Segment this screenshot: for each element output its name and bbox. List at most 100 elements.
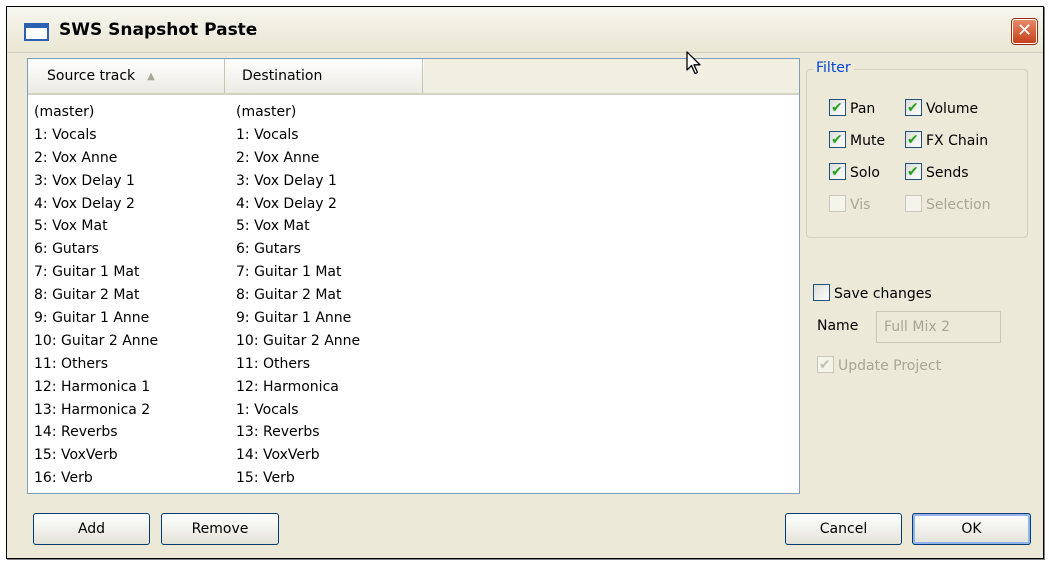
source-track-cell: 1: Vocals	[34, 126, 97, 143]
source-track-cell: 7: Guitar 1 Mat	[34, 264, 140, 281]
table-row[interactable]: 5: Vox Mat 5: Vox Mat	[28, 215, 799, 238]
close-icon[interactable]: ✕	[1012, 19, 1037, 44]
destination-cell: 6: Gutars	[236, 241, 301, 258]
track-mapping-list[interactable]: Source track ▲ Destination (master) (maste…	[27, 58, 800, 494]
table-row[interactable]: 13: Harmonica 2 1: Vocals	[28, 399, 799, 422]
save-changes-label: Save changes	[834, 286, 932, 302]
source-track-cell: (master)	[34, 104, 95, 120]
destination-cell: 9: Guitar 1 Anne	[236, 310, 352, 327]
destination-cell: 1: Vocals	[236, 126, 299, 143]
volume-label: Volume	[926, 101, 979, 117]
source-track-cell: 4: Vox Delay 2	[34, 195, 135, 212]
source-track-cell: 13: Harmonica 2	[34, 401, 151, 418]
column-header-destination[interactable]: Destination	[226, 59, 423, 93]
destination-cell: 7: Guitar 1 Mat	[236, 264, 342, 281]
list-rows: (master) (master) 1: Vocals 1: Vocals 2: Vox…	[28, 101, 799, 490]
mute-checkbox[interactable]: Mute	[829, 130, 886, 151]
selection-label: Selection	[926, 197, 991, 213]
destination-cell: 11: Others	[236, 355, 311, 372]
table-row[interactable]: 4: Vox Delay 2 4: Vox Delay 2	[28, 193, 799, 216]
source-track-cell: 12: Harmonica 1	[34, 378, 151, 395]
table-row[interactable]: 2: Vox Anne 2: Vox Anne	[28, 147, 799, 170]
source-track-cell: 8: Guitar 2 Mat	[34, 287, 140, 304]
source-track-cell: 15: VoxVerb	[34, 447, 118, 464]
table-row[interactable]: 11: Others 11: Others	[28, 353, 799, 376]
destination-cell: 3: Vox Delay 1	[236, 172, 337, 189]
title-bar[interactable]: SWS Snapshot Paste ✕	[7, 7, 1043, 53]
source-track-cell: 6: Gutars	[34, 241, 99, 258]
source-track-cell: 10: Guitar 2 Anne	[34, 332, 159, 349]
solo-label: Solo	[850, 165, 880, 181]
checkbox-icon	[829, 130, 846, 150]
source-track-cell: 9: Guitar 1 Anne	[34, 310, 150, 327]
source-track-cell: 11: Others	[34, 355, 109, 372]
source-track-cell: 5: Vox Mat	[34, 218, 108, 235]
destination-cell: 8: Guitar 2 Mat	[236, 287, 342, 304]
source-track-cell: 2: Vox Anne	[34, 149, 118, 166]
destination-cell: 15: Verb	[236, 470, 295, 487]
window-icon	[24, 23, 49, 41]
volume-checkbox[interactable]: Volume	[905, 98, 979, 119]
checkbox-icon	[829, 195, 846, 212]
dialog-title: SWS Snapshot Paste	[59, 20, 258, 40]
table-row[interactable]: 14: Reverbs 13: Reverbs	[28, 421, 799, 444]
checkbox-icon	[817, 355, 834, 375]
ok-button[interactable]: OK	[912, 513, 1031, 545]
mute-label: Mute	[850, 133, 886, 149]
checkbox-icon	[905, 130, 922, 150]
checkbox-icon	[829, 98, 846, 118]
checkbox-icon	[829, 162, 846, 182]
vis-checkbox[interactable]: Vis	[829, 195, 870, 215]
sends-checkbox[interactable]: Sends	[905, 162, 969, 183]
table-row[interactable]: 16: Verb 15: Verb	[28, 467, 799, 490]
update-project-label: Update Project	[838, 358, 942, 374]
name-label: Name	[817, 318, 859, 334]
table-row[interactable]: 15: VoxVerb 14: VoxVerb	[28, 444, 799, 467]
destination-cell: 14: VoxVerb	[236, 447, 320, 464]
column-header-label: Destination	[242, 68, 323, 84]
destination-cell: 1: Vocals	[236, 401, 299, 418]
table-row[interactable]: (master) (master)	[28, 101, 799, 124]
destination-cell: 12: Harmonica	[236, 378, 339, 395]
source-track-cell: 3: Vox Delay 1	[34, 172, 135, 189]
selection-checkbox[interactable]: Selection	[905, 195, 991, 215]
source-track-cell: 14: Reverbs	[34, 424, 118, 441]
save-changes-checkbox[interactable]: Save changes	[813, 284, 932, 304]
pan-label: Pan	[850, 101, 876, 117]
update-project-checkbox[interactable]: Update Project	[817, 355, 942, 376]
pan-checkbox[interactable]: Pan	[829, 98, 876, 119]
checkbox-icon	[905, 98, 922, 118]
destination-cell: 13: Reverbs	[236, 424, 320, 441]
cancel-button[interactable]: Cancel	[785, 513, 902, 545]
destination-cell: 2: Vox Anne	[236, 149, 320, 166]
destination-cell: 10: Guitar 2 Anne	[236, 332, 361, 349]
destination-cell: 5: Vox Mat	[236, 218, 310, 235]
column-header-label: Source track	[47, 68, 136, 84]
list-header: Source track ▲ Destination	[28, 59, 799, 95]
sort-ascending-icon: ▲	[147, 71, 155, 82]
table-row[interactable]: 6: Gutars 6: Gutars	[28, 238, 799, 261]
table-row[interactable]: 8: Guitar 2 Mat 8: Guitar 2 Mat	[28, 284, 799, 307]
column-header-source-track[interactable]: Source track ▲	[28, 59, 225, 93]
table-row[interactable]: 1: Vocals 1: Vocals	[28, 124, 799, 147]
destination-cell: (master)	[236, 104, 297, 120]
fx-chain-label: FX Chain	[926, 133, 989, 149]
add-button[interactable]: Add	[33, 513, 150, 545]
filter-legend: Filter	[813, 60, 854, 76]
table-row[interactable]: 12: Harmonica 1 12: Harmonica	[28, 376, 799, 399]
table-row[interactable]: 10: Guitar 2 Anne 10: Guitar 2 Anne	[28, 330, 799, 353]
column-header-empty	[424, 59, 799, 93]
table-row[interactable]: 3: Vox Delay 1 3: Vox Delay 1	[28, 170, 799, 193]
table-row[interactable]: 9: Guitar 1 Anne 9: Guitar 1 Anne	[28, 307, 799, 330]
name-field[interactable]	[876, 311, 1001, 343]
fx-chain-checkbox[interactable]: FX Chain	[905, 130, 989, 151]
checkbox-icon	[905, 162, 922, 182]
checkbox-icon	[905, 195, 922, 212]
table-row[interactable]: 7: Guitar 1 Mat 7: Guitar 1 Mat	[28, 261, 799, 284]
checkbox-icon	[813, 284, 830, 301]
solo-checkbox[interactable]: Solo	[829, 162, 880, 183]
vis-label: Vis	[850, 197, 871, 213]
source-track-cell: 16: Verb	[34, 470, 93, 487]
destination-cell: 4: Vox Delay 2	[236, 195, 337, 212]
remove-button[interactable]: Remove	[161, 513, 279, 545]
